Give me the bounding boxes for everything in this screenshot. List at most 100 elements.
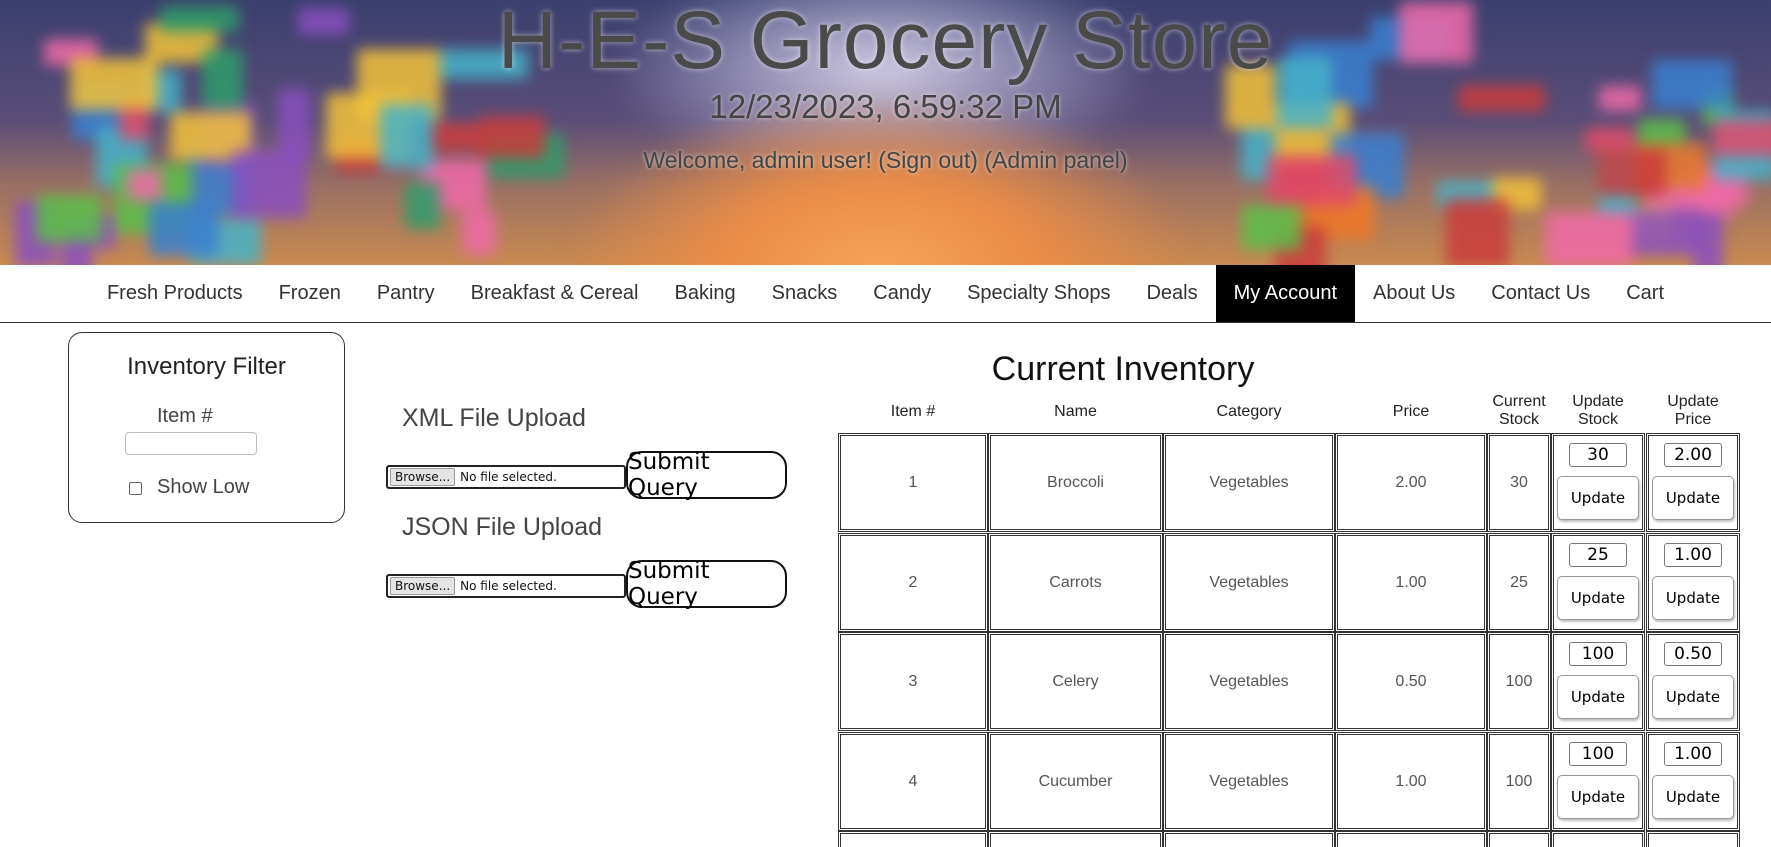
cell-name: Broccoli	[988, 433, 1163, 532]
update-stock-button[interactable]: Update	[1557, 576, 1639, 620]
cell-update-stock: 30 Update	[1551, 433, 1645, 532]
cell-name: Celery	[988, 632, 1163, 731]
update-stock-input[interactable]: 100	[1569, 642, 1627, 666]
cell-item-number: 3	[838, 632, 988, 731]
cell-update-stock: 100 Update	[1551, 732, 1645, 831]
update-stock-input[interactable]: 25	[1569, 543, 1627, 567]
nav-item-deals[interactable]: Deals	[1128, 265, 1215, 322]
nav-item-specialty-shops[interactable]: Specialty Shops	[949, 265, 1128, 322]
update-price-input[interactable]: 2.00	[1664, 443, 1722, 467]
header-price: Price	[1392, 403, 1430, 420]
update-price-button[interactable]: Update	[1652, 675, 1734, 719]
shelf-product-block	[1628, 209, 1701, 255]
cell-update-price: 2.00 Update	[1646, 433, 1740, 532]
header-update-stock-line2: Stock	[1577, 411, 1618, 428]
cell-price: 0.50	[1335, 632, 1487, 731]
header-current-stock: Current Stock	[1488, 393, 1550, 429]
update-stock-input[interactable]: 30	[1569, 443, 1627, 467]
table-row-cut-off	[988, 831, 1163, 847]
cell-category: Vegetables	[1163, 433, 1335, 532]
table-row-cut-off	[1487, 831, 1551, 847]
sign-out-link[interactable]: (Sign out)	[878, 147, 978, 173]
welcome-line: Welcome, admin user! (Sign out) (Admin p…	[0, 147, 1771, 174]
shelf-product-block	[405, 182, 440, 229]
nav-item-my-account[interactable]: My Account	[1215, 265, 1356, 322]
nav-item-about-us[interactable]: About Us	[1355, 265, 1473, 322]
inventory-title: Current Inventory	[991, 350, 1255, 388]
shelf-product-block	[1693, 213, 1723, 265]
header-current-stock-line2: Stock	[1498, 411, 1539, 428]
update-price-input[interactable]: 1.00	[1664, 543, 1722, 567]
store-title: H-E-S Grocery Store	[497, 0, 1274, 86]
update-price-button[interactable]: Update	[1652, 476, 1734, 520]
xml-submit-button[interactable]: Submit Query	[626, 449, 787, 501]
header-update-stock-line1: Update	[1572, 393, 1624, 410]
json-browse-button[interactable]: Browse...	[390, 577, 456, 595]
header-update-price: Update Price	[1646, 393, 1740, 429]
header-update-price-line2: Price	[1674, 411, 1712, 428]
json-file-status: No file selected.	[460, 579, 557, 593]
update-stock-input[interactable]: 100	[1569, 742, 1627, 766]
nav-item-snacks[interactable]: Snacks	[754, 265, 856, 322]
json-file-input[interactable]: Browse... No file selected.	[386, 574, 626, 598]
show-low-label: Show Low	[157, 476, 250, 498]
header-name: Name	[1054, 403, 1097, 420]
update-price-input[interactable]: 0.50	[1664, 642, 1722, 666]
update-price-button[interactable]: Update	[1652, 775, 1734, 819]
update-price-button[interactable]: Update	[1652, 576, 1734, 620]
cell-item-number: 1	[838, 433, 988, 532]
cell-price: 2.00	[1335, 433, 1487, 532]
nav-item-cart[interactable]: Cart	[1608, 265, 1682, 322]
shelf-product-block	[1545, 212, 1633, 265]
admin-panel-link[interactable]: (Admin panel)	[984, 147, 1127, 173]
cell-update-stock: 100 Update	[1551, 632, 1645, 731]
show-low-checkbox[interactable]	[129, 482, 142, 495]
cell-name: Carrots	[988, 533, 1163, 632]
nav-item-contact-us[interactable]: Contact Us	[1473, 265, 1608, 322]
update-stock-button[interactable]: Update	[1557, 775, 1639, 819]
cell-update-price: 1.00 Update	[1646, 533, 1740, 632]
shelf-product-block	[1242, 205, 1301, 250]
cell-category: Vegetables	[1163, 632, 1335, 731]
shelf-product-block	[1446, 198, 1509, 265]
xml-browse-button[interactable]: Browse...	[390, 468, 456, 486]
xml-file-status: No file selected.	[460, 470, 557, 484]
header-current-stock-line1: Current	[1492, 393, 1546, 410]
cell-current-stock: 100	[1487, 732, 1551, 831]
cell-item-number: 4	[838, 732, 988, 831]
json-upload-title: JSON File Upload	[402, 513, 603, 541]
cell-current-stock: 30	[1487, 433, 1551, 532]
cell-current-stock: 25	[1487, 533, 1551, 632]
nav-item-frozen[interactable]: Frozen	[261, 265, 359, 322]
nav-item-pantry[interactable]: Pantry	[359, 265, 453, 322]
table-row-cut-off	[838, 831, 988, 847]
update-stock-button[interactable]: Update	[1557, 476, 1639, 520]
nav-item-candy[interactable]: Candy	[855, 265, 949, 322]
table-row-cut-off	[1163, 831, 1335, 847]
inventory-filter-panel: Inventory Filter Item # Show Low	[68, 332, 345, 523]
table-row-cut-off	[1646, 831, 1740, 847]
cell-update-price: 0.50 Update	[1646, 632, 1740, 731]
cell-price: 1.00	[1335, 732, 1487, 831]
update-price-input[interactable]: 1.00	[1664, 742, 1722, 766]
nav-item-breakfast-cereal[interactable]: Breakfast & Cereal	[453, 265, 657, 322]
xml-upload-title: XML File Upload	[402, 404, 586, 432]
cell-name: Cucumber	[988, 732, 1163, 831]
update-stock-button[interactable]: Update	[1557, 675, 1639, 719]
nav-item-fresh-products[interactable]: Fresh Products	[89, 265, 261, 322]
cell-update-price: 1.00 Update	[1646, 732, 1740, 831]
cell-current-stock: 100	[1487, 632, 1551, 731]
cell-item-number: 2	[838, 533, 988, 632]
xml-file-input[interactable]: Browse... No file selected.	[386, 465, 626, 489]
json-submit-button[interactable]: Submit Query	[626, 558, 787, 610]
cell-update-stock: 25 Update	[1551, 533, 1645, 632]
nav-item-baking[interactable]: Baking	[657, 265, 754, 322]
clock: 12/23/2023, 6:59:32 PM	[709, 88, 1062, 125]
filter-title: Inventory Filter	[127, 353, 286, 380]
shelf-product-block	[462, 211, 496, 255]
item-number-input[interactable]	[125, 432, 257, 455]
item-number-label: Item #	[157, 405, 213, 427]
hero-banner: H-E-S Grocery Store 12/23/2023, 6:59:32 …	[0, 0, 1771, 265]
table-row-cut-off	[1551, 831, 1645, 847]
header-update-price-line1: Update	[1667, 393, 1719, 410]
